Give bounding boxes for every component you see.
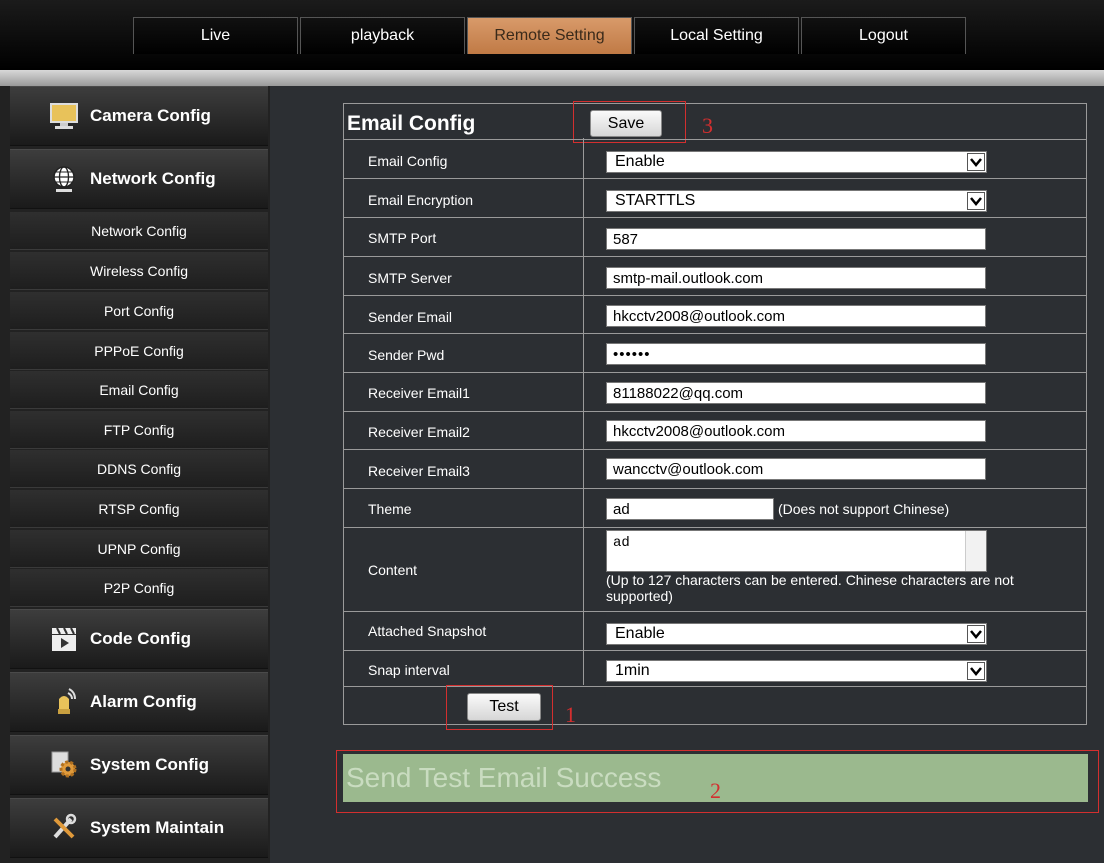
sidebar-category-label: System Maintain [90,818,225,837]
tab-logout[interactable]: Logout [801,17,966,54]
row-receiver-email2: Receiver Email2 hkcctv2008@outlook.com [344,411,1086,449]
chevron-down-icon [967,662,985,680]
sidebar-category-label: Camera Config [90,106,211,125]
select-value: Enable [615,625,665,642]
page-title: Email Config [347,112,476,135]
content-textarea[interactable]: ad [606,530,987,572]
sender-password-input[interactable]: •••••• [606,343,986,365]
email-config-select[interactable]: Enable [606,151,987,173]
row-sender-email: Sender Email hkcctv2008@outlook.com [344,295,1086,333]
field-label: Sender Pwd [368,347,445,363]
tools-icon [46,810,82,846]
tab-remote-setting[interactable]: Remote Setting [467,17,632,54]
sidebar-item-ftp-config[interactable]: FTP Config [10,411,268,449]
tab-playback[interactable]: playback [300,17,465,54]
sidebar-category-label: Alarm Config [90,692,197,711]
monitor-icon [46,98,82,134]
row-smtp-server: SMTP Server smtp-mail.outlook.com [344,256,1086,295]
textarea-value: ad [613,535,630,551]
row-email-encryption: Email Encryption STARTTLS [344,178,1086,217]
sidebar-item-port-config[interactable]: Port Config [10,292,268,330]
row-snap-interval: Snap interval 1min [344,650,1086,686]
sidebar-category-label: Network Config [90,169,216,188]
field-label: Receiver Email2 [368,424,470,440]
snap-interval-select[interactable]: 1min [606,660,987,682]
sidebar-system-config[interactable]: System Config [10,735,268,795]
field-label: Email Encryption [368,192,474,208]
row-smtp-port: SMTP Port 587 [344,217,1086,256]
field-label: Snap interval [368,662,450,678]
sidebar: Camera Config Network Config Network Con… [0,86,270,863]
annotation-box-test [446,685,553,730]
sidebar-alarm-config[interactable]: Alarm Config [10,672,268,732]
sidebar-item-email-config[interactable]: Email Config [10,371,268,409]
row-attached-snapshot: Attached Snapshot Enable [344,611,1086,650]
sender-email-input[interactable]: hkcctv2008@outlook.com [606,305,986,327]
alarm-icon [46,684,82,720]
sidebar-category-label: Code Config [90,629,192,648]
top-nav: Live playback Remote Setting Local Setti… [8,17,1098,55]
sidebar-category-label: System Config [90,755,210,774]
field-label: SMTP Port [368,230,437,246]
field-label: Attached Snapshot [368,623,487,639]
annotation-number-save: 3 [702,113,713,138]
sidebar-network-config[interactable]: Network Config [10,149,268,209]
chevron-down-icon [967,153,985,171]
top-nav-spacer [8,17,133,55]
tab-local-setting[interactable]: Local Setting [634,17,799,54]
field-label: Content [368,562,418,578]
theme-note: (Does not support Chinese) [778,501,950,517]
select-value: 1min [615,662,650,679]
gear-icon [46,747,82,783]
row-sender-pwd: Sender Pwd •••••• [344,333,1086,372]
receiver-email2-input[interactable]: hkcctv2008@outlook.com [606,420,986,442]
sidebar-item-upnp-config[interactable]: UPNP Config [10,530,268,568]
annotation-number-success: 2 [710,778,721,803]
tab-live[interactable]: Live [133,17,298,54]
sidebar-item-pppoe-config[interactable]: PPPoE Config [10,332,268,370]
sidebar-system-maintain[interactable]: System Maintain [10,798,268,858]
receiver-email1-input[interactable]: 81188022@qq.com [606,382,986,404]
row-receiver-email3: Receiver Email3 wancctv@outlook.com [344,449,1086,488]
smtp-server-input[interactable]: smtp-mail.outlook.com [606,267,986,289]
sidebar-item-rtsp-config[interactable]: RTSP Config [10,490,268,528]
annotation-box-save [573,101,686,143]
receiver-email3-input[interactable]: wancctv@outlook.com [606,458,986,480]
chevron-down-icon [967,192,985,210]
row-theme: Theme ad (Does not support Chinese) [344,488,1086,527]
field-label: Email Config [368,153,448,169]
theme-input[interactable]: ad [606,498,774,520]
sidebar-item-p2p-config[interactable]: P2P Config [10,569,268,607]
annotation-number-test: 1 [565,702,576,727]
clapperboard-icon [46,621,82,657]
field-label: SMTP Server [368,270,452,286]
select-value: Enable [615,153,665,170]
sidebar-camera-config[interactable]: Camera Config [10,86,268,146]
sidebar-code-config[interactable]: Code Config [10,609,268,669]
textarea-scrollbar[interactable] [965,531,986,571]
select-value: STARTTLS [615,192,696,209]
chevron-down-icon [967,625,985,643]
sidebar-item-network-config[interactable]: Network Config [10,212,268,250]
email-encryption-select[interactable]: STARTTLS [606,190,987,212]
field-label: Sender Email [368,309,453,325]
smtp-port-input[interactable]: 587 [606,228,986,250]
content-note: (Up to 127 characters can be entered. Ch… [606,572,1014,604]
row-email-config: Email Config Enable [344,139,1086,178]
sidebar-item-wireless-config[interactable]: Wireless Config [10,252,268,290]
attached-snapshot-select[interactable]: Enable [606,623,987,645]
field-label: Theme [368,501,412,517]
field-label: Receiver Email3 [368,463,470,479]
globe-icon [46,161,82,197]
sidebar-item-ddns-config[interactable]: DDNS Config [10,450,268,488]
top-bar: Live playback Remote Setting Local Setti… [0,0,1104,70]
email-config-panel: Email Config Save 3 Email Config Enable … [343,101,1087,730]
row-receiver-email1: Receiver Email1 81188022@qq.com [344,372,1086,411]
header-divider [0,70,1104,86]
field-label: Receiver Email1 [368,385,470,401]
